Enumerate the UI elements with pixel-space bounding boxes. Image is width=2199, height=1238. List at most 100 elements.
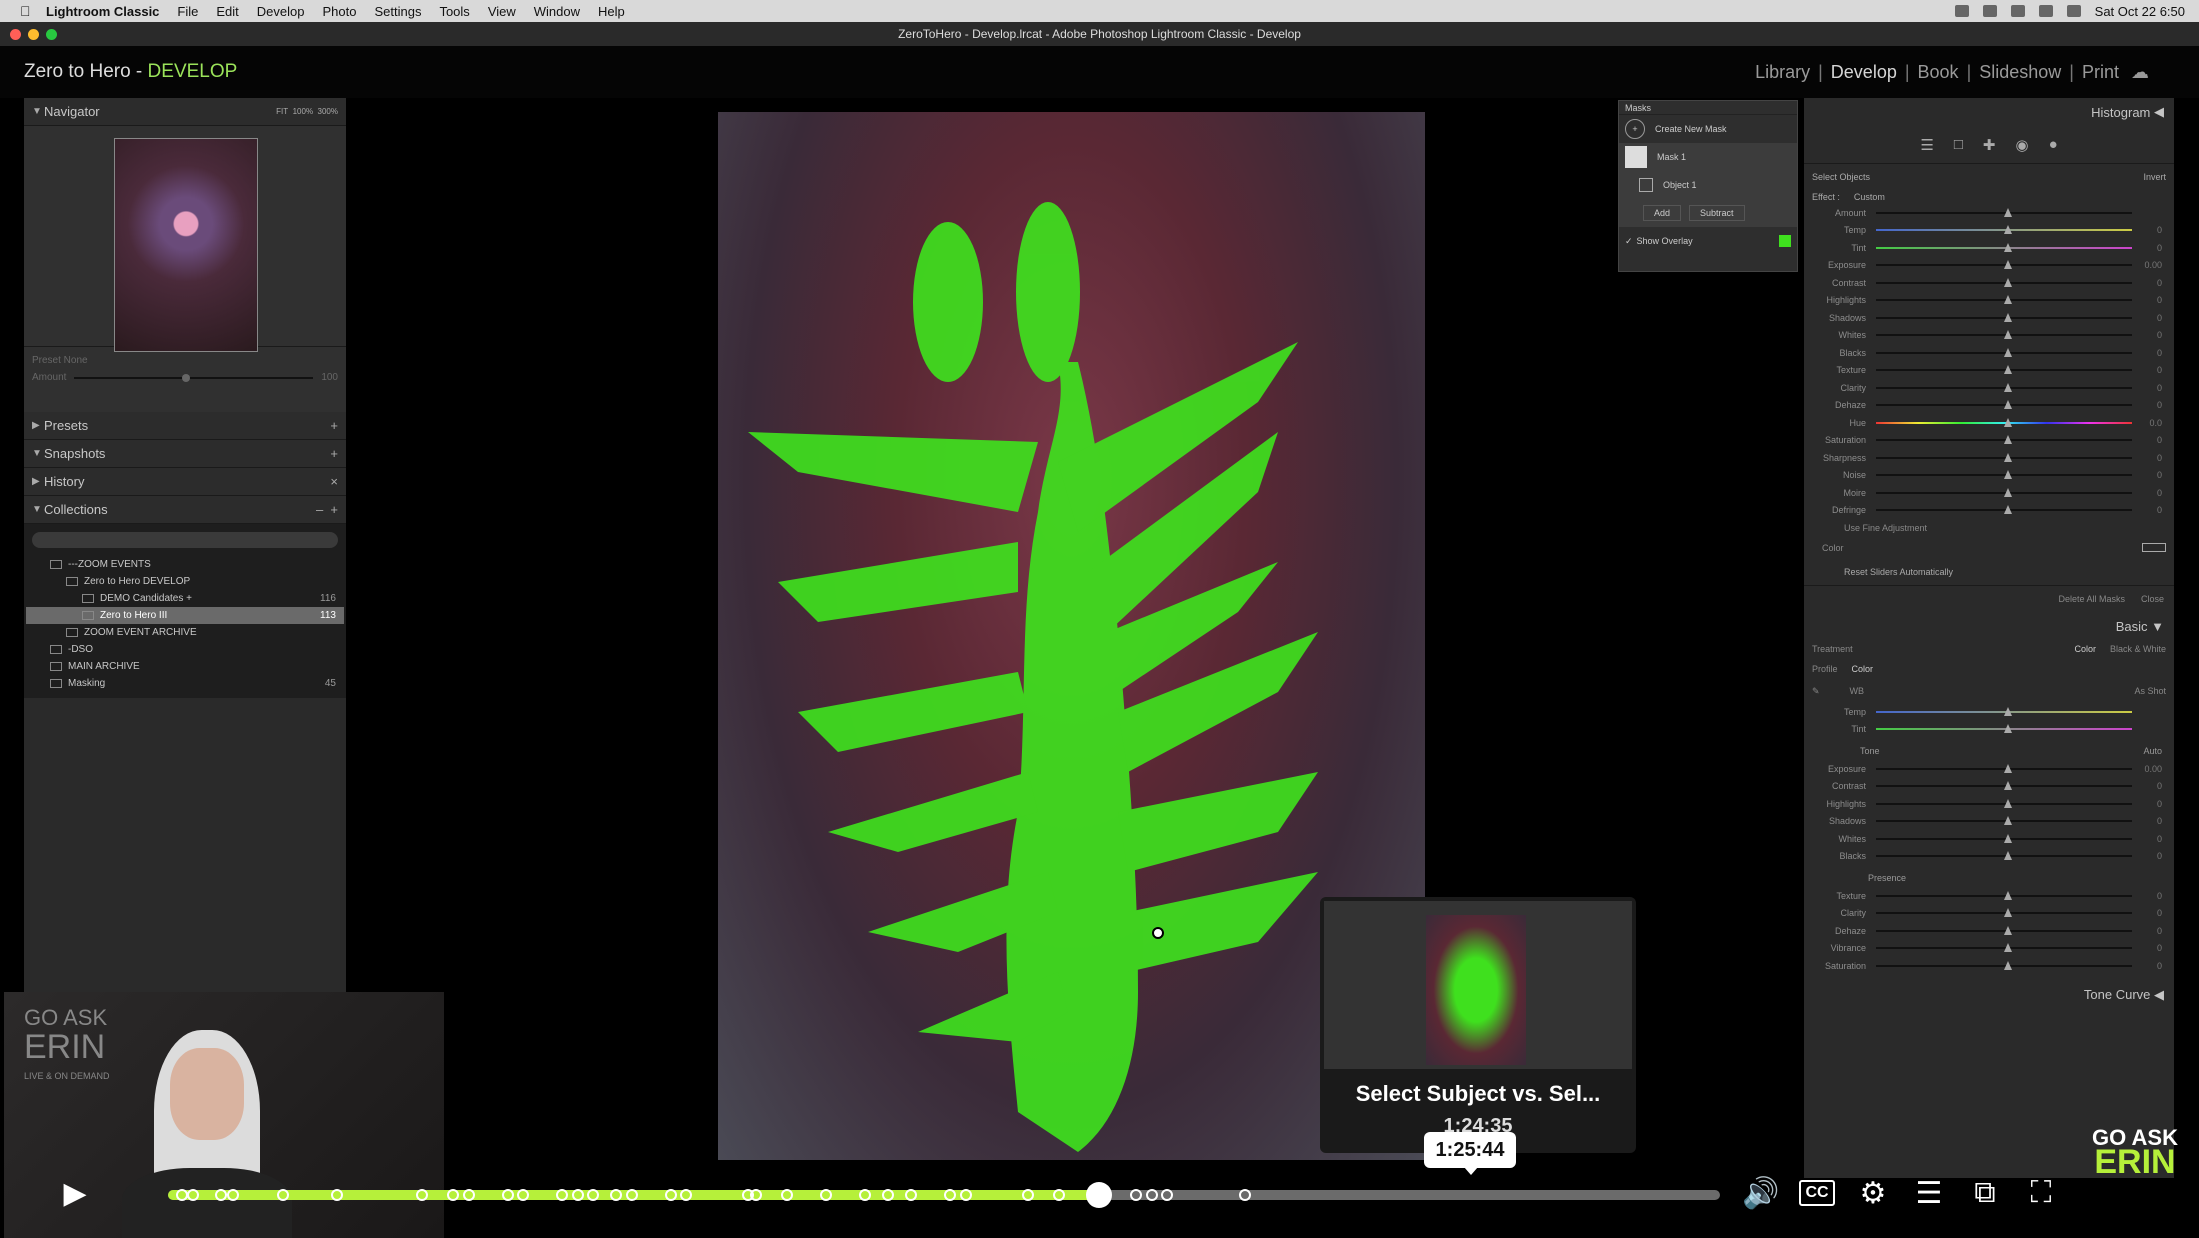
play-icon[interactable]: ▶ [52,1170,98,1216]
volume-icon[interactable] [1982,5,1997,17]
slider-knob[interactable] [2004,277,2012,287]
menu-tools[interactable]: Tools [439,4,469,19]
basic-slider-exposure[interactable]: Exposure 0.00 [1804,760,2174,778]
zoom-window-icon[interactable] [46,29,57,40]
slider-knob[interactable] [2004,487,2012,497]
wifi-icon[interactable] [1954,5,1969,17]
overlay-color-swatch[interactable] [1779,235,1791,247]
chapter-marker[interactable] [819,1189,832,1201]
basic-slider-blacks[interactable]: Blacks 0 [1804,848,2174,866]
menu-app[interactable]: Lightroom Classic [46,4,159,19]
chapter-marker[interactable] [959,1189,972,1201]
basic-slider-highlights[interactable]: Highlights 0 [1804,795,2174,813]
slider-knob[interactable] [2004,781,2012,791]
slider-track[interactable] [1876,851,2132,861]
zoom-options[interactable]: FIT 100% 300% [276,107,338,116]
slider-track[interactable] [1876,890,2132,900]
basic-slider-saturation[interactable]: Saturation 0 [1804,957,2174,975]
mask-slider-whites[interactable]: Whites 0 [1804,327,2174,345]
mask-slider-noise[interactable]: Noise 0 [1804,467,2174,485]
slider-track[interactable] [1876,908,2132,918]
chapter-marker[interactable] [1130,1189,1143,1201]
collection-set[interactable]: Zero to Hero DEVELOP [26,573,344,590]
slider-track[interactable] [1876,505,2132,515]
slider-knob[interactable] [2004,365,2012,375]
slider-track[interactable] [1876,763,2132,773]
chapter-marker[interactable] [556,1189,568,1201]
menu-window[interactable]: Window [534,4,580,19]
slider-track[interactable] [1876,816,2132,826]
presets-header[interactable]: ▶ Presets + [24,412,346,440]
color-swatch[interactable] [2142,543,2166,552]
collections-header[interactable]: ▼ Collections – + [24,496,346,524]
slider-knob[interactable] [2004,960,2012,970]
reset-sliders-checkbox[interactable]: Reset Sliders Automatically [1804,559,2174,585]
picture-in-picture-icon[interactable]: ⧉ [1962,1170,2008,1216]
collection-actions-icon[interactable]: – + [316,502,338,517]
chapter-marker[interactable] [625,1189,638,1201]
apple-icon[interactable]:  [20,3,36,19]
module-develop[interactable]: Develop [1831,62,1897,83]
auto-tone-button[interactable]: Auto [2143,746,2162,756]
mask-slider-blacks[interactable]: Blacks 0 [1804,344,2174,362]
chapter-marker[interactable] [1161,1189,1174,1201]
chapter-marker[interactable] [781,1189,794,1201]
invert-checkbox[interactable]: Invert [2143,172,2166,182]
captions-icon[interactable]: CC [1794,1170,1840,1216]
slider-knob[interactable] [2004,763,2012,773]
slider-track[interactable] [1876,312,2132,322]
menu-file[interactable]: File [177,4,198,19]
battery-icon[interactable] [2010,5,2025,17]
amount-slider[interactable] [74,373,314,382]
slider-knob[interactable] [2004,260,2012,270]
add-snapshot-icon[interactable]: + [330,446,338,461]
slider-knob[interactable] [2004,225,2012,235]
slider-knob[interactable] [2004,382,2012,392]
chapter-marker[interactable] [1021,1189,1034,1201]
tone-curve-header[interactable]: Tone Curve ◀ [1804,981,2174,1009]
snapshots-header[interactable]: ▼ Snapshots + [24,440,346,468]
collection-set[interactable]: MAIN ARCHIVE [26,658,344,675]
slider-knob[interactable] [2004,400,2012,410]
navigator-header[interactable]: ▼ Navigator FIT 100% 300% [24,98,346,126]
slider-knob[interactable] [2004,724,2012,734]
chapter-marker[interactable] [858,1189,871,1201]
menu-help[interactable]: Help [598,4,625,19]
chapter-marker[interactable] [664,1189,677,1201]
slider-track[interactable] [1876,925,2132,935]
slider-track[interactable] [1876,798,2132,808]
mask-slider-temp[interactable]: Temp 0 [1804,222,2174,240]
search-icon[interactable] [2038,5,2053,17]
slider-knob[interactable] [2004,706,2012,716]
delete-all-masks-button[interactable]: Delete All Masks [2058,594,2125,604]
module-print[interactable]: Print [2082,62,2119,83]
redeye-icon[interactable]: ◉ [2015,136,2028,154]
mask-slider-hue[interactable]: Hue 0.0 [1804,414,2174,432]
collection-set[interactable]: Masking 45 [26,675,344,692]
mask-item[interactable]: Mask 1 [1619,143,1797,171]
chapter-marker[interactable] [1145,1189,1158,1201]
slider-track[interactable] [1876,225,2132,235]
mask-slider-contrast[interactable]: Contrast 0 [1804,274,2174,292]
slider-knob[interactable] [2004,435,2012,445]
basic-slider-texture[interactable]: Texture 0 [1804,887,2174,905]
slider-track[interactable] [1876,960,2132,970]
slider-track[interactable] [1876,242,2132,252]
mask-component[interactable]: Object 1 [1619,171,1797,199]
progress-handle[interactable] [1086,1182,1113,1208]
slider-track[interactable] [1876,347,2132,357]
slider-track[interactable] [1876,277,2132,287]
edit-icon[interactable]: ☰ [1920,136,1933,154]
chapter-marker[interactable] [944,1189,956,1201]
slider-knob[interactable] [2004,295,2012,305]
fullscreen-icon[interactable]: ⛶ [2018,1170,2064,1216]
slider-track[interactable] [1876,781,2132,791]
slider-track[interactable] [1876,487,2132,497]
subtract-mask-button[interactable]: Subtract [1689,205,1745,221]
treatment-color-button[interactable]: Color [2074,644,2096,654]
basic-slider-vibrance[interactable]: Vibrance 0 [1804,940,2174,958]
chapter-marker[interactable] [571,1189,584,1201]
mask-slider-amount[interactable]: Amount [1804,204,2174,222]
menu-develop[interactable]: Develop [257,4,305,19]
slider-knob[interactable] [2004,908,2012,918]
